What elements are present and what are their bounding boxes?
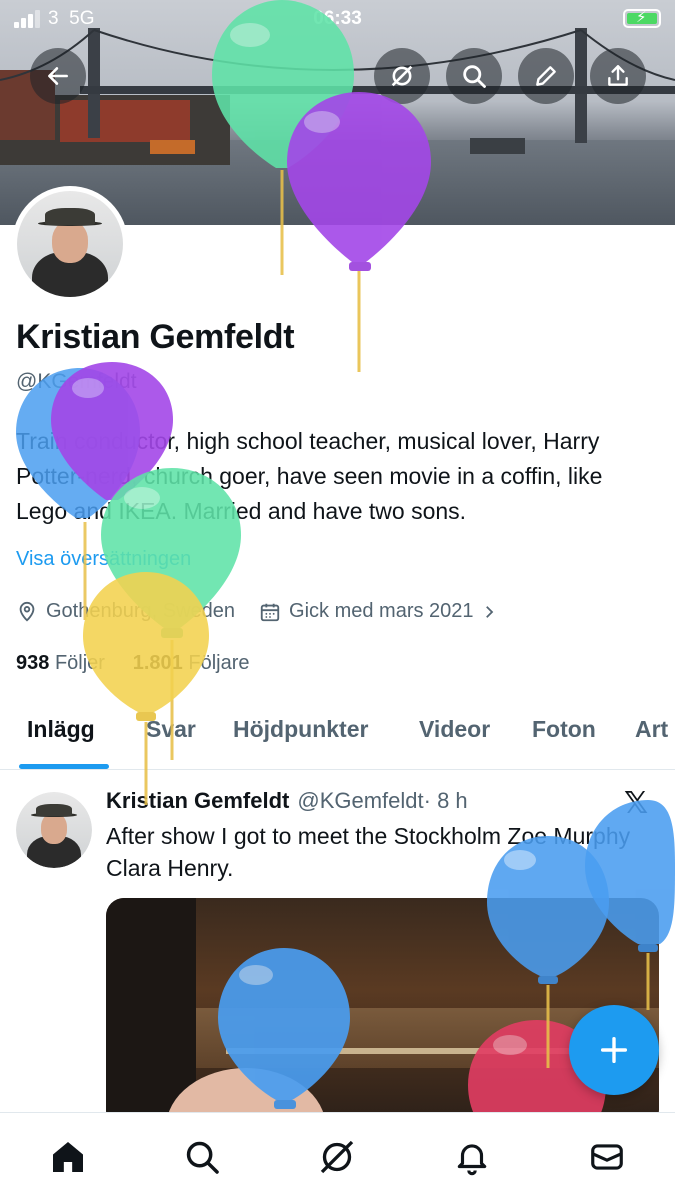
pencil-icon	[536, 66, 556, 86]
location-pin-icon	[19, 601, 35, 622]
search-button[interactable]	[446, 48, 502, 104]
post-header: Kristian Gemfeldt @KGemfeldt· 8 h	[106, 788, 468, 814]
active-tab-indicator	[19, 764, 109, 769]
profile-meta: Gothenburg, Sweden Gick med mars 2021	[16, 600, 530, 623]
tab-replies[interactable]: Svar	[146, 716, 196, 743]
profile-avatar[interactable]	[12, 186, 128, 302]
nav-messages[interactable]	[585, 1135, 629, 1179]
post-author-name[interactable]: Kristian Gemfeldt	[106, 788, 289, 813]
tab-posts[interactable]: Inlägg	[27, 716, 95, 743]
tab-videos[interactable]: Videor	[419, 716, 490, 743]
post-author-handle: @KGemfeldt	[297, 788, 424, 813]
translate-link[interactable]: Visa översättningen	[16, 548, 191, 571]
bottom-navigation	[0, 1112, 675, 1200]
calendar-icon	[260, 603, 280, 621]
home-icon	[53, 1142, 83, 1172]
arrow-left-icon	[48, 67, 68, 85]
tab-photos[interactable]: Foton	[532, 716, 596, 743]
profile-tabs: Inlägg Svar Höjdpunkter Videor Foton Art	[0, 700, 675, 770]
post-text: After show I got to meet the Stockholm Z…	[106, 823, 631, 881]
tab-highlights[interactable]: Höjdpunkter	[233, 716, 368, 743]
compose-button[interactable]	[569, 1005, 659, 1095]
share-icon	[608, 65, 628, 86]
followers-link[interactable]: 1.801 Följare	[133, 652, 250, 674]
profile-handle: @KGemfeldt	[16, 370, 137, 393]
nav-home[interactable]	[46, 1135, 90, 1179]
grok-icon	[320, 1140, 354, 1174]
search-icon	[463, 65, 486, 88]
search-icon	[186, 1141, 219, 1174]
post-avatar[interactable]	[16, 792, 92, 868]
joined-text: Gick med mars 2021	[289, 600, 474, 622]
tab-articles[interactable]: Art	[635, 716, 668, 743]
clock: 06:33	[313, 8, 362, 29]
profile-name: Kristian Gemfeldt	[16, 318, 295, 356]
grok-icon	[391, 65, 413, 87]
location-text: Gothenburg, Sweden	[46, 600, 236, 622]
follow-stats: 938 Följer 1.801 Följare	[16, 652, 250, 675]
nav-notifications[interactable]	[450, 1135, 494, 1179]
plus-icon	[600, 1036, 628, 1064]
post-media[interactable]	[106, 898, 659, 1128]
profile-bio: Train conductor, high school teacher, mu…	[16, 428, 603, 524]
nav-search[interactable]	[180, 1135, 224, 1179]
chevron-right-icon	[485, 605, 493, 618]
nav-grok[interactable]	[315, 1135, 359, 1179]
edit-button[interactable]	[518, 48, 574, 104]
share-button[interactable]	[590, 48, 646, 104]
x-logo-icon: 𝕏	[624, 787, 649, 820]
location-item: Gothenburg, Sweden	[16, 600, 235, 623]
joined-item[interactable]: Gick med mars 2021	[259, 600, 506, 623]
post-time: · 8 h	[423, 788, 468, 813]
mail-icon	[591, 1144, 623, 1170]
following-link[interactable]: 938 Följer	[16, 652, 105, 674]
battery-icon: ⚡	[623, 9, 661, 28]
bell-icon	[457, 1144, 487, 1176]
back-button[interactable]	[30, 48, 86, 104]
status-bar: 3 5G 06:33 ⚡	[0, 0, 675, 38]
grok-button[interactable]	[374, 48, 430, 104]
